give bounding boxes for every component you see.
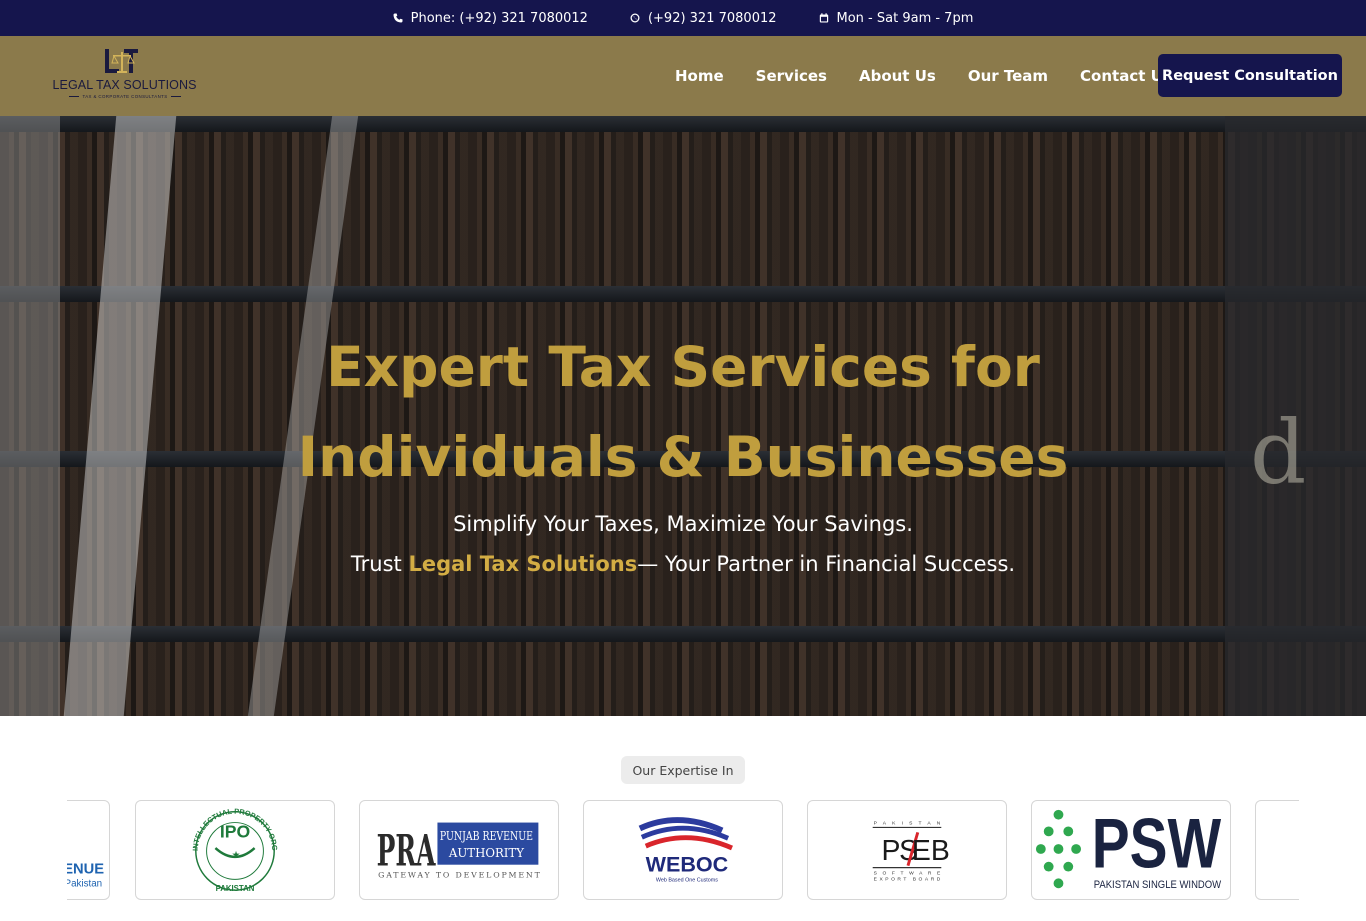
top-contact-bar: Phone: (+92) 321 7080012 (+92) 321 70800… <box>0 0 1366 36</box>
hero-subtitle-line2: Trust Legal Tax Solutions— Your Partner … <box>0 544 1366 584</box>
main-nav: Home Services About Us Our Team Contact … <box>675 36 1172 116</box>
expertise-logo-carousel[interactable]: VENUE Pakistan INTELLECTUAL PROPERTY ORG… <box>67 800 1299 901</box>
fbr-logo-card[interactable]: VENUE Pakistan <box>67 800 110 900</box>
psw-dots-icon <box>1035 809 1082 889</box>
brand-name: LEGAL TAX SOLUTIONS <box>52 78 197 92</box>
pseb-p: P <box>882 835 901 867</box>
ipo-abbr: IPO <box>220 821 250 841</box>
pseb-bottom2: EXPORT BOARD <box>874 876 941 882</box>
shelf-divider <box>0 626 1366 642</box>
whatsapp-contact[interactable]: (+92) 321 7080012 <box>630 11 777 26</box>
expertise-badge: Our Expertise In <box>621 756 745 784</box>
pra-logo: PRA PUNJAB REVENUE AUTHORITY GATEWAY TO … <box>377 822 541 879</box>
whatsapp-text: (+92) 321 7080012 <box>647 10 777 26</box>
weboc-logo-card[interactable]: WEBOC Web Based One Customs <box>583 800 783 900</box>
whatsapp-icon <box>630 13 640 23</box>
shelf-divider <box>0 286 1366 302</box>
pra-logo-card[interactable]: PRA PUNJAB REVENUE AUTHORITY GATEWAY TO … <box>359 800 559 900</box>
psw-logo-card[interactable]: PSW PAKISTAN SINGLE WINDOW <box>1031 800 1231 900</box>
brand-logo[interactable]: LEGAL TAX SOLUTIONS TAX & CORPORATE CONS… <box>52 48 197 104</box>
site-header: LEGAL TAX SOLUTIONS TAX & CORPORATE CONS… <box>0 36 1366 116</box>
phone-text: Phone: (+92) 321 7080012 <box>410 10 588 26</box>
request-consultation-button[interactable]: Request Consultation <box>1158 54 1342 97</box>
scales-logo-icon <box>105 49 138 73</box>
next-logo-card[interactable] <box>1255 800 1299 900</box>
weboc-logo: WEBOC Web Based One Customs <box>638 817 733 883</box>
pseb-bottom1: SOFTWARE <box>874 871 941 877</box>
hours-info: Mon - Sat 9am - 7pm <box>819 10 974 26</box>
phone-icon <box>393 13 403 23</box>
hero-section: d Expert Tax Services for Individuals & … <box>0 116 1366 716</box>
subtitle-prefix: Trust <box>350 552 409 576</box>
fbr-logo: VENUE Pakistan <box>67 862 104 890</box>
pra-abbr: PRA <box>377 827 436 877</box>
pseb-eb: EB <box>912 835 950 867</box>
hero-subtitle: Simplify Your Taxes, Maximize Your Savin… <box>0 504 1366 584</box>
hero-title-line1: Expert Tax Services for <box>326 335 1040 399</box>
phone-contact[interactable]: Phone: (+92) 321 7080012 <box>393 11 588 26</box>
pra-name-line2: AUTHORITY <box>448 846 524 860</box>
weboc-sub: Web Based One Customs <box>656 877 718 883</box>
ipo-logo-card[interactable]: INTELLECTUAL PROPERTY ORGANISATION IPO ★… <box>135 800 335 900</box>
pseb-logo: PAKISTAN P S EB SOFTWARE EXPORT BOARD <box>872 821 950 882</box>
nav-services[interactable]: Services <box>756 67 827 85</box>
nav-home[interactable]: Home <box>675 67 724 85</box>
nav-our-team[interactable]: Our Team <box>968 67 1048 85</box>
subtitle-suffix: — Your Partner in Financial Success. <box>637 552 1016 576</box>
psw-name: PAKISTAN SINGLE WINDOW <box>1094 879 1222 891</box>
weboc-name: WEBOC <box>646 852 729 877</box>
hours-text: Mon - Sat 9am - 7pm <box>836 10 974 26</box>
hero-title-line2: Individuals & Businesses <box>297 425 1069 489</box>
fbr-logo-word: VENUE <box>67 862 104 878</box>
pra-name-line1: PUNJAB REVENUE <box>440 829 533 843</box>
hero-title: Expert Tax Services for Individuals & Bu… <box>0 322 1366 502</box>
hero-subtitle-line1: Simplify Your Taxes, Maximize Your Savin… <box>453 512 913 536</box>
pseb-top: PAKISTAN <box>874 821 941 827</box>
psw-logo: PSW PAKISTAN SINGLE WINDOW <box>1035 804 1222 891</box>
ipo-country: PAKISTAN <box>216 884 255 893</box>
svg-text:★: ★ <box>232 850 241 861</box>
ipo-logo: INTELLECTUAL PROPERTY ORGANISATION IPO ★… <box>136 801 279 893</box>
nav-about-us[interactable]: About Us <box>859 67 936 85</box>
subtitle-brand: Legal Tax Solutions <box>408 552 638 576</box>
brand-tagline: TAX & CORPORATE CONSULTANTS <box>66 94 184 99</box>
psw-abbr: PSW <box>1092 804 1222 883</box>
pra-slogan: GATEWAY TO DEVELOPMENT <box>378 870 540 879</box>
calendar-icon <box>819 13 828 23</box>
fbr-logo-sub: Pakistan <box>67 878 102 889</box>
pseb-logo-card[interactable]: PAKISTAN P S EB SOFTWARE EXPORT BOARD <box>807 800 1007 900</box>
shelf-divider <box>0 116 1366 132</box>
